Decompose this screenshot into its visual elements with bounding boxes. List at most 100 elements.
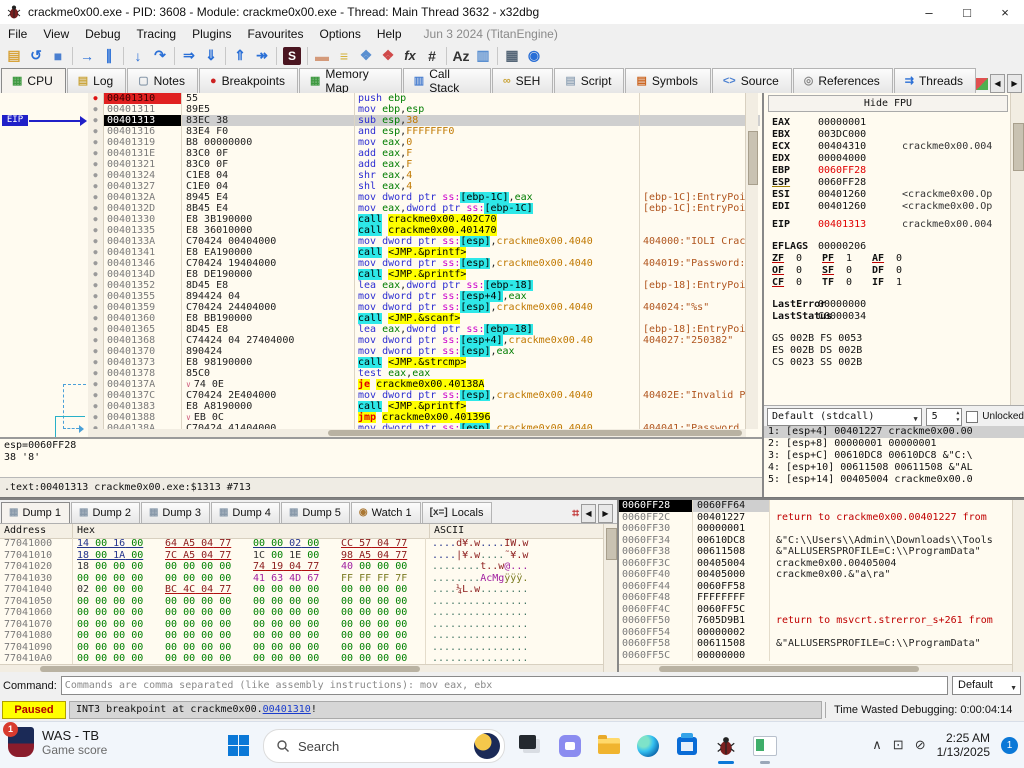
tab-cpu[interactable]: ▦ CPU [1, 68, 66, 93]
register-row-esp[interactable]: ESP 0060FF28 [764, 177, 1010, 189]
tab-script[interactable]: ▤ Script [554, 68, 625, 93]
stack-pane[interactable]: 0060FF28 0060FF64 0060FF2C 00401227 return t… [617, 500, 1024, 674]
execute-till-return-icon[interactable]: ⇑ [229, 45, 251, 66]
disasm-row[interactable]: ● 0040137A ∨ 74 0E je crackme0x00.40138A [0, 379, 760, 390]
tab-breakpoints[interactable]: ● Breakpoints [198, 68, 298, 93]
instruction-dot[interactable]: ● [88, 214, 104, 225]
instruction-dot[interactable]: ● [88, 269, 104, 280]
disasm-row[interactable]: ● 00401327 C1E0 04 shl eax,4 [0, 181, 760, 192]
breakpoint-dot[interactable]: ● [88, 93, 104, 104]
scylla-icon[interactable]: S [283, 46, 301, 65]
dump-row[interactable]: 77041040 02 00 00 00 BC 4C 04 77 00 00 00 0… [0, 584, 603, 596]
menu-debug[interactable]: Debug [77, 27, 128, 41]
disasm-row[interactable]: ● 00401330 E8 3B190000 call crackme0x00.402… [0, 214, 760, 225]
instruction-dot[interactable]: ● [88, 181, 104, 192]
weather-moon-icon[interactable] [474, 733, 500, 759]
tab-dump-2[interactable]: ▦ Dump 2 [70, 502, 140, 523]
labels-icon[interactable]: ❖ [355, 45, 377, 66]
tray-clock[interactable]: 2:25 AM 1/13/2025 [937, 731, 990, 759]
disasm-row[interactable]: ● 00401341 E8 EA190000 call <JMP.&printf> [0, 247, 760, 258]
tab-call-stack[interactable]: ▥ Call Stack [402, 67, 491, 95]
run-to-cursor-icon[interactable]: ⇒ [178, 45, 200, 66]
flag-pf[interactable]: PF [822, 253, 846, 265]
tray-dnd-icon[interactable]: ⊘ [915, 737, 926, 753]
tab-symbols[interactable]: ▤ Symbols [625, 68, 711, 93]
struct-icon[interactable]: ⌗ [572, 506, 579, 521]
notification-badge[interactable]: 1 [1001, 736, 1018, 754]
minimize-button[interactable]: – [910, 0, 948, 24]
open-file-icon[interactable]: ▤ [3, 45, 25, 66]
command-input[interactable] [60, 676, 948, 695]
flag-cf[interactable]: CF [772, 277, 796, 289]
tab-locals[interactable]: [x=] Locals [421, 502, 493, 523]
tab-seh[interactable]: ∞ SEH [491, 68, 554, 93]
tab-overflow-icon[interactable] [976, 77, 988, 90]
disasm-row[interactable]: ● 00401378 85C0 test eax,eax [0, 368, 760, 379]
register-row-eax[interactable]: EAX 00000001 [764, 117, 1010, 129]
disassembly-pane[interactable]: ● 00401310 55 push ebp ● 00401311 89E5 mov ebp,… [0, 93, 760, 437]
register-row-edi[interactable]: EDI 00401260 <crackme0x00.Op [764, 201, 1010, 213]
instruction-dot[interactable]: ● [88, 148, 104, 159]
disasm-row[interactable]: ● 00401355 894424 04 mov dword ptr ss:[esp+… [0, 291, 760, 302]
register-row-eip[interactable]: EIP 00401313 crackme0x00.004 [764, 219, 1010, 231]
flags-row[interactable]: CF 0 TF 0 IF 1 [764, 277, 1010, 289]
instruction-dot[interactable]: ● [88, 313, 104, 324]
stack-row[interactable]: 0060FF4C 0060FF5C [619, 603, 1024, 615]
tab-notes[interactable]: ▢ Notes [127, 68, 198, 93]
disasm-row[interactable]: ● 00401310 55 push ebp [0, 93, 760, 104]
system-monitor-icon[interactable] [752, 733, 778, 764]
strings-icon[interactable]: Az [450, 45, 472, 66]
close-button[interactable]: × [986, 0, 1024, 24]
instruction-dot[interactable]: ● [88, 104, 104, 115]
flag-df[interactable]: DF [872, 265, 896, 277]
register-row-eflags[interactable]: EFLAGS 00000206 [764, 241, 1010, 253]
disasm-row[interactable]: ● 00401346 C70424 19404000 mov dword ptr ss… [0, 258, 760, 269]
stack-row[interactable]: 0060FF58 00611508 &"ALLUSERSPROFILE=C:\\Pr… [619, 638, 1024, 650]
tab-log[interactable]: ▤ Log [66, 68, 127, 93]
functions-icon[interactable]: fx [399, 45, 421, 66]
run-to-user-code-icon[interactable]: ↠ [251, 45, 273, 66]
restart-icon[interactable]: ↺ [25, 45, 47, 66]
instruction-dot[interactable]: ● [88, 203, 104, 214]
calling-convention-select[interactable]: Default (stdcall) [767, 407, 922, 427]
dump-row[interactable]: 77041060 00 00 00 00 00 00 00 00 00 00 00 0… [0, 607, 603, 619]
tab-references[interactable]: ◎ References [792, 68, 893, 93]
instruction-dot[interactable]: ● [88, 137, 104, 148]
menu-file[interactable]: File [0, 27, 35, 41]
disasm-row[interactable]: ● 00401383 E8 A8190000 call <JMP.&printf> [0, 401, 760, 412]
unlocked-checkbox[interactable] [966, 410, 979, 423]
instruction-dot[interactable]: ● [88, 170, 104, 181]
flags-row[interactable]: OF 0 SF 0 DF 0 [764, 265, 1010, 277]
teams-chat-icon[interactable] [557, 733, 583, 759]
instruction-dot[interactable]: ● [88, 291, 104, 302]
stack-row[interactable]: 0060FF5C 00000000 [619, 649, 1024, 661]
flag-if[interactable]: IF [872, 277, 896, 289]
flag-tf[interactable]: TF [822, 277, 846, 289]
disasm-row[interactable]: ● 00401388 ∨ EB 0C jmp crackme0x00.401396 [0, 412, 760, 423]
news-widget[interactable]: 1 WAS - TB Game score [3, 722, 107, 757]
tab-watch-1[interactable]: ◉ Watch 1 [350, 502, 421, 523]
disasm-row[interactable]: ● 0040134D E8 DE190000 call <JMP.&printf> [0, 269, 760, 280]
tab-dump-4[interactable]: ▦ Dump 4 [210, 502, 280, 523]
maximize-button[interactable]: □ [948, 0, 986, 24]
instruction-dot[interactable]: ● [88, 236, 104, 247]
disasm-row[interactable]: ● 0040131E 83C0 0F add eax,F [0, 148, 760, 159]
microsoft-store-icon[interactable] [674, 733, 700, 759]
disasm-row[interactable]: ● 00401359 C70424 24404000 mov dword ptr ss… [0, 302, 760, 313]
instruction-dot[interactable]: ● [88, 324, 104, 335]
menu-view[interactable]: View [35, 27, 77, 41]
menu-help[interactable]: Help [369, 27, 410, 41]
disasm-row[interactable]: ● 00401365 8D45 E8 lea eax,dword ptr ss:[eb… [0, 324, 760, 335]
instruction-dot[interactable]: ● [88, 225, 104, 236]
hide-fpu-button[interactable]: Hide FPU [768, 95, 1008, 112]
tray-chevron-icon[interactable]: ∧ [872, 737, 882, 753]
tab-memory-map[interactable]: ▦ Memory Map [298, 67, 402, 95]
dump-row[interactable]: 77041030 00 00 00 00 00 00 00 00 41 63 4D 6… [0, 572, 603, 584]
register-row-ecx[interactable]: ECX 00404310 crackme0x00.004 [764, 141, 1010, 153]
tray-cast-icon[interactable]: ⊡ [893, 737, 904, 753]
instruction-dot[interactable]: ● [88, 192, 104, 203]
dump-rows[interactable]: 77041000 14 00 16 00 64 A5 04 77 00 00 02 0… [0, 538, 603, 664]
disasm-row[interactable]: ● 00401311 89E5 mov ebp,esp [0, 104, 760, 115]
dump-row[interactable]: 77041010 18 00 1A 00 7C A5 04 77 1C 00 1E 0… [0, 549, 603, 561]
instruction-dot[interactable]: ● [88, 115, 104, 126]
